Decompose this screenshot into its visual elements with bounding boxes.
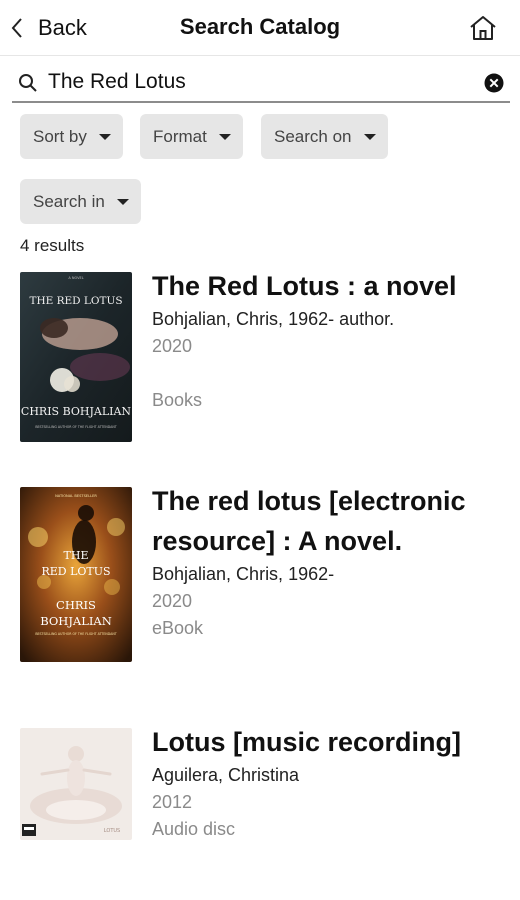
cover-tagline: BESTSELLING AUTHOR OF THE FLIGHT ATTENDA…: [35, 632, 116, 636]
caret-down-icon: [98, 133, 111, 140]
format-label: Format: [153, 126, 207, 146]
book-cover-image: NATIONAL BESTSELLER THE RED LOTUS CHRIS …: [20, 487, 132, 662]
result-year: 2020: [152, 336, 193, 356]
top-bar: Back Search Catalog: [0, 0, 520, 56]
results-count: 4 results: [20, 236, 85, 255]
result-title[interactable]: The Red Lotus : a novel: [152, 266, 502, 306]
album-cover-image: LOTUS: [20, 728, 132, 840]
book-cover-image: A NOVEL THE RED LOTUS CHRIS BOHJALIAN BE…: [20, 272, 132, 442]
search-input[interactable]: [46, 67, 466, 97]
result-item[interactable]: A NOVEL THE RED LOTUS CHRIS BOHJALIAN BE…: [0, 270, 520, 450]
result-author: Aguilera, Christina: [152, 765, 300, 785]
sort-by-label: Sort by: [33, 126, 87, 146]
result-author: Bohjalian, Chris, 1962-: [152, 564, 335, 584]
result-year: 2020: [152, 591, 193, 611]
result-author: Bohjalian, Chris, 1962- author.: [152, 309, 395, 329]
cover-author: CHRIS BOHJALIAN: [21, 405, 132, 418]
result-item[interactable]: LOTUS Lotus [music recording] Aguilera, …: [0, 726, 520, 896]
result-title[interactable]: Lotus [music recording]: [152, 722, 502, 762]
search-in-dropdown[interactable]: Search in: [20, 179, 141, 224]
caret-down-icon: [218, 133, 231, 140]
result-format: Audio disc: [152, 819, 236, 839]
cover-top-line: NATIONAL BESTSELLER: [55, 494, 97, 498]
search-icon: [19, 74, 37, 92]
cover-author-1: CHRIS: [56, 598, 96, 612]
result-year: 2012: [152, 792, 193, 812]
cover-author-2: BOHJALIAN: [40, 614, 112, 628]
search-bar: [12, 63, 510, 103]
sort-by-dropdown[interactable]: Sort by: [20, 114, 123, 159]
result-item[interactable]: NATIONAL BESTSELLER THE RED LOTUS CHRIS …: [0, 485, 520, 685]
cover-tagline: BESTSELLING AUTHOR OF THE FLIGHT ATTENDA…: [35, 425, 116, 429]
cover-title: THE RED LOTUS: [29, 295, 122, 307]
search-in-label: Search in: [33, 191, 105, 211]
caret-down-icon: [116, 198, 129, 205]
result-format: Books: [152, 390, 203, 410]
page-title: Search Catalog: [179, 14, 341, 39]
album-title-text: LOTUS: [104, 828, 120, 834]
cover-top-line: A NOVEL: [68, 276, 83, 280]
format-dropdown[interactable]: Format: [140, 114, 243, 159]
result-format: eBook: [152, 618, 204, 638]
result-title[interactable]: The red lotus [electronic resource] : A …: [152, 481, 502, 561]
cover-title-2: RED LOTUS: [41, 565, 110, 578]
clear-search-icon[interactable]: [484, 73, 504, 93]
home-icon[interactable]: [468, 14, 498, 42]
search-on-label: Search on: [274, 126, 352, 146]
caret-down-icon: [363, 133, 376, 140]
cover-title-1: THE: [64, 549, 89, 562]
search-on-dropdown[interactable]: Search on: [261, 114, 388, 159]
